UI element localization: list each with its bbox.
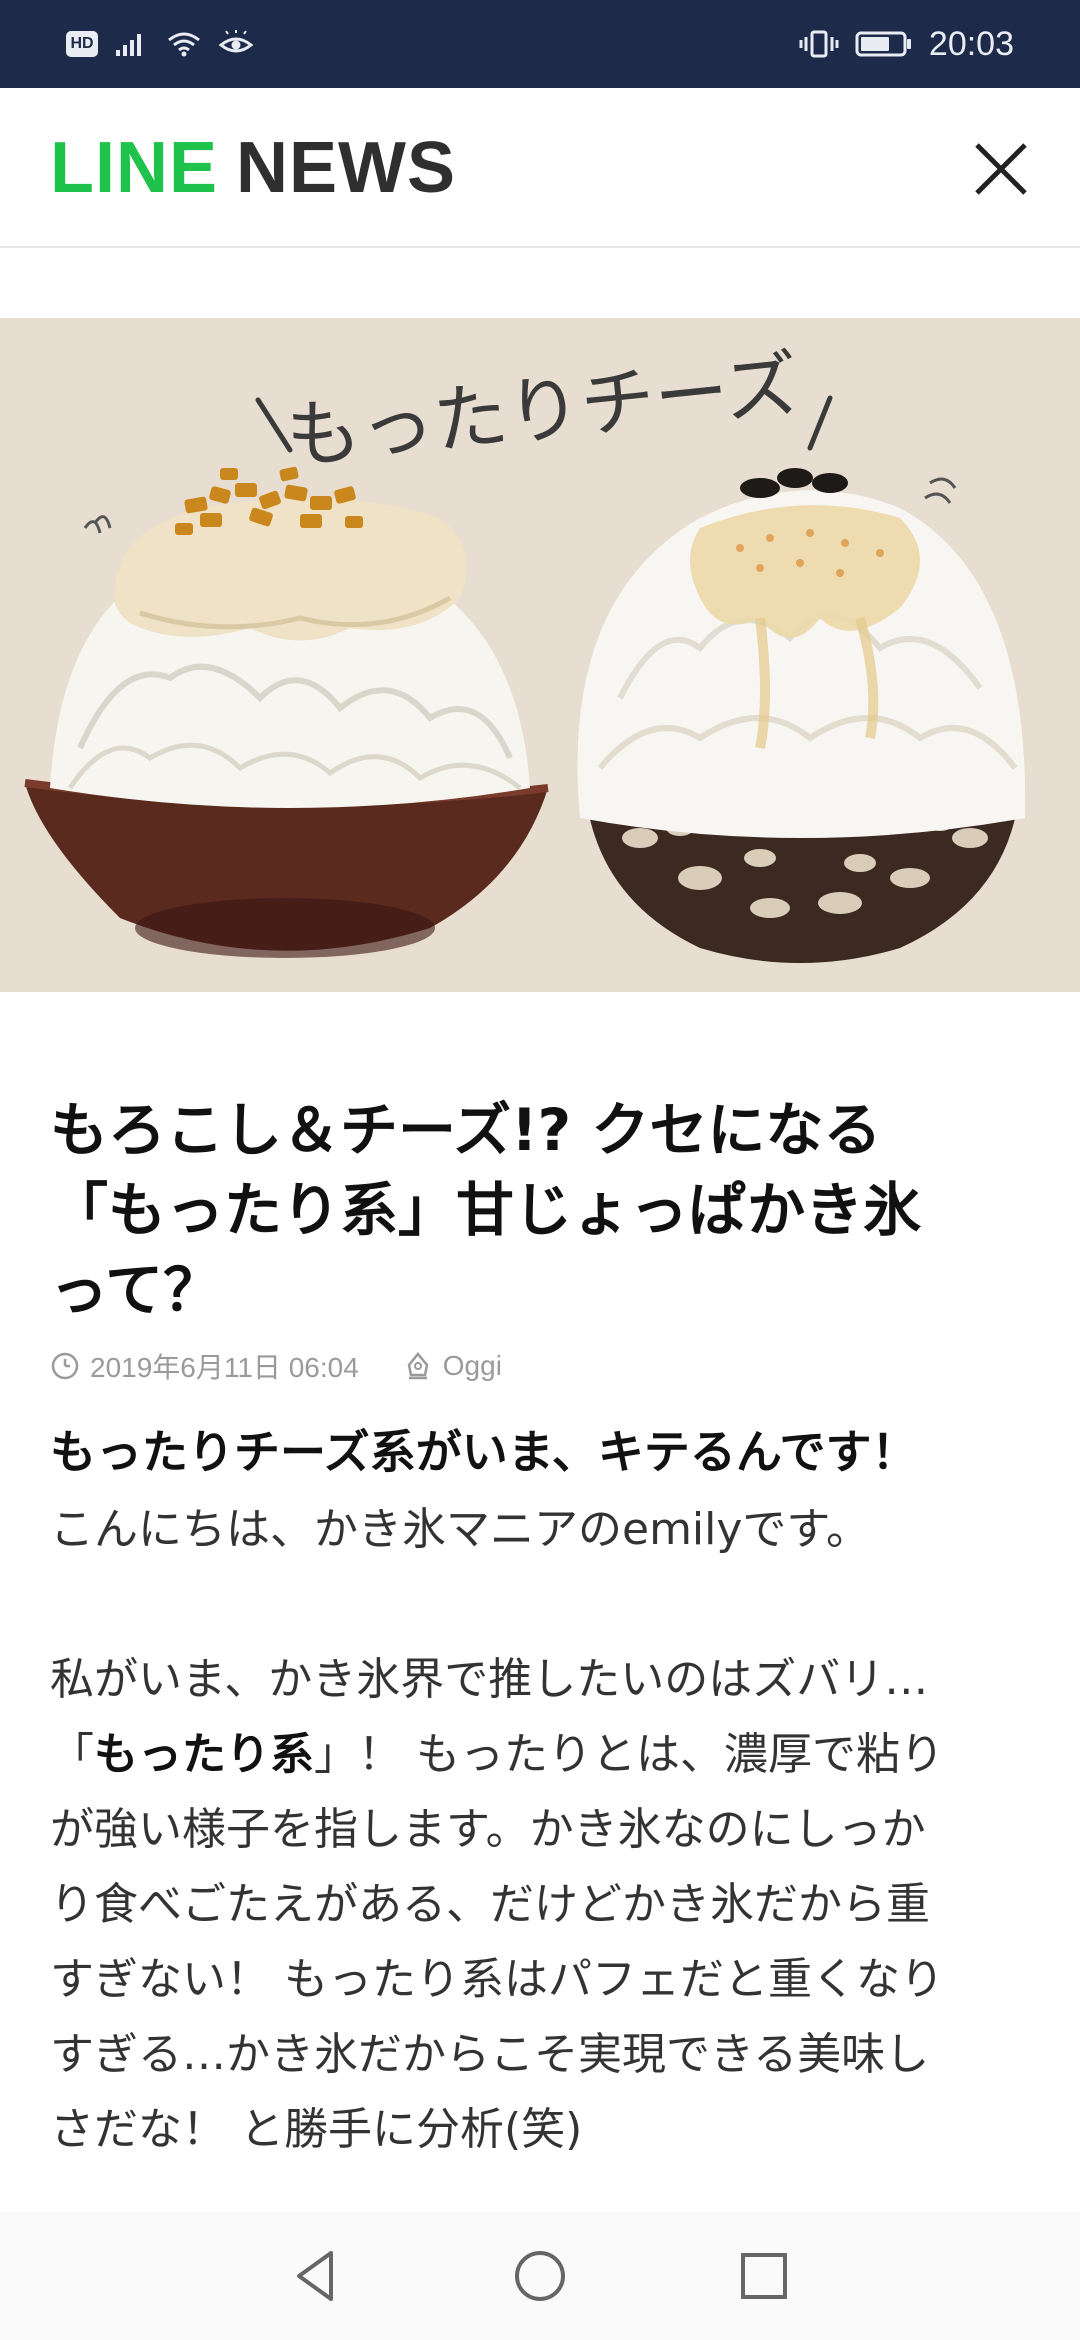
meta-date: 2019年6月11日 06:04 xyxy=(50,1346,359,1386)
body-line-6: すぎる…かき氷だからこそ実現できる美味し xyxy=(50,2029,930,2080)
title-line-3: って？ xyxy=(50,1256,222,1324)
title-line-1: もろこし＆チーズ!? クセになる xyxy=(50,1096,882,1164)
close-bracket-text: 」！ もったりとは、濃厚で粘り xyxy=(314,1729,944,1780)
vibrate-icon xyxy=(799,30,839,58)
hero-image: もったりチーズ xyxy=(0,318,1080,992)
body-line-7: さだな！ と勝手に分析(笑) xyxy=(50,2104,583,2155)
recents-icon xyxy=(741,2253,787,2299)
article-source[interactable]: Oggi xyxy=(443,1350,502,1382)
system-nav-bar xyxy=(0,2212,1080,2340)
line-news-logo: LINE NEWS xyxy=(50,128,456,208)
back-icon xyxy=(297,2251,333,2301)
title-line-2: 「もったり系」甘じょっぱかき氷 xyxy=(50,1176,922,1244)
logo-news-text: NEWS xyxy=(236,128,457,208)
status-time: 20:03 xyxy=(928,24,1014,63)
kakigori-illustration: もったりチーズ xyxy=(0,318,1080,992)
article-body: こんにちは、かき氷マニアのemilyです。 私がいま、かき氷界で推したいのはズバ… xyxy=(50,1492,1030,2167)
intro-line: こんにちは、かき氷マニアのemilyです。 xyxy=(50,1504,871,1555)
home-button[interactable] xyxy=(508,2244,572,2308)
meta-source[interactable]: Oggi xyxy=(403,1350,502,1382)
article-title: もろこし＆チーズ!? クセになる 「もったり系」甘じょっぱかき氷 って？ xyxy=(50,1090,1030,1330)
clock-icon xyxy=(51,1352,79,1380)
body-line-1: 私がいま、かき氷界で推したいのはズバリ… xyxy=(50,1654,929,1705)
battery-icon xyxy=(855,31,911,57)
recents-button[interactable] xyxy=(732,2244,796,2308)
body-line-4: り食べごたえがある、だけどかき氷だから重 xyxy=(50,1879,930,1930)
home-icon xyxy=(515,2251,565,2301)
back-button[interactable] xyxy=(284,2244,348,2308)
mottari-emphasis: もったり系 xyxy=(94,1729,314,1780)
body-line-2: 「もったり系」！ もったりとは、濃厚で粘り xyxy=(50,1717,1030,1792)
wifi-icon xyxy=(168,32,200,57)
status-right: 20:03 xyxy=(799,25,1014,64)
hd-badge: HD xyxy=(66,31,98,57)
screen: HD 20:03 LINE NEWS もったりチーズ もろこし＆チーズ!? クセ… xyxy=(0,0,1080,2340)
close-button[interactable] xyxy=(966,134,1036,204)
status-bar: HD 20:03 xyxy=(0,0,1080,88)
article-date: 2019年6月11日 06:04 xyxy=(90,1352,359,1383)
article: もろこし＆チーズ!? クセになる 「もったり系」甘じょっぱかき氷 って？ 201… xyxy=(50,1090,1030,2167)
body-line-3: が強い様子を指します。かき氷なのにしっか xyxy=(50,1804,926,1855)
app-header: LINE NEWS xyxy=(0,88,1080,248)
body-line-5: すぎない！ もったり系はパフェだと重くなり xyxy=(50,1954,944,2005)
logo-line-text: LINE xyxy=(50,128,219,208)
status-left: HD xyxy=(66,30,254,58)
signal-icon xyxy=(116,34,141,56)
article-subheading: もったりチーズ系がいま、キテるんです！ xyxy=(50,1425,918,1479)
close-icon xyxy=(975,143,1027,195)
article-meta: 2019年6月11日 06:04 Oggi xyxy=(50,1344,1030,1388)
open-bracket: 「 xyxy=(50,1729,94,1780)
publisher-icon xyxy=(407,1352,429,1380)
eye-icon xyxy=(218,30,254,53)
